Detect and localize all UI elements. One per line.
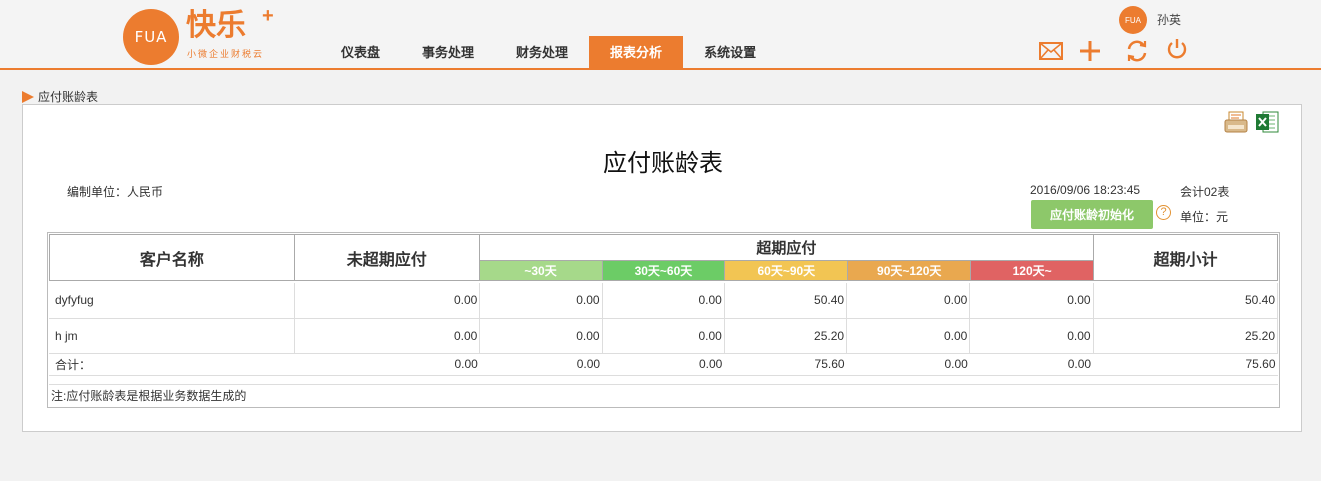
- bucket-header: 90天~120天: [847, 260, 972, 281]
- cell-amount: 0.00: [479, 318, 603, 354]
- cell-amount: 25.20: [1093, 318, 1279, 354]
- print-icon[interactable]: [1224, 110, 1248, 134]
- breadcrumb: 应付账龄表: [22, 88, 98, 105]
- table-total-row: 合计： 0.00 0.00 0.00 75.60 0.00 0.00 75.60: [49, 353, 1278, 376]
- cell-amount: 0.00: [969, 283, 1094, 319]
- cell-amount: 0.00: [969, 318, 1094, 354]
- breadcrumb-arrow-icon: [22, 90, 34, 103]
- cell-amount: 0.00: [602, 318, 725, 354]
- cell-amount: 0.00: [294, 318, 481, 354]
- brand-slogan: 小微企业财税云: [187, 49, 265, 59]
- table-row: dyfyfug 0.00 0.00 0.00 50.40 0.00 0.00 50.40: [49, 283, 1279, 319]
- cell-amount: 50.40: [1093, 283, 1279, 319]
- table-row: h jm 0.00 0.00 0.00 25.20 0.00 0.00 25.20: [49, 318, 1279, 354]
- bucket-header: 120天~: [970, 260, 1095, 281]
- top-header: FUA 快乐 + 小微企业财税云 仪表盘 事务处理 财务处理 报表分析 系统设置…: [0, 0, 1321, 70]
- cell-customer-name: dyfyfug: [49, 283, 295, 319]
- nav-transactions[interactable]: 事务处理: [401, 36, 495, 70]
- init-aging-button[interactable]: 应付账龄初始化: [1031, 200, 1153, 229]
- col-overdue-subtotal: 超期小计: [1093, 234, 1278, 281]
- table-note: 注:应付账龄表是根据业务数据生成的: [49, 384, 1278, 406]
- user-avatar[interactable]: FUA: [1119, 6, 1147, 34]
- main-nav: 仪表盘 事务处理 财务处理 报表分析 系统设置: [320, 36, 777, 70]
- breadcrumb-label[interactable]: 应付账龄表: [38, 88, 98, 105]
- col-customer: 客户名称: [49, 234, 295, 281]
- cell-amount: 0.00: [846, 318, 971, 354]
- excel-icon[interactable]: [1255, 110, 1279, 134]
- cell-amount: 0.00: [602, 353, 725, 376]
- cell-amount: 0.00: [294, 353, 480, 376]
- cell-amount: 25.20: [724, 318, 848, 354]
- report-unit-currency: 单位：元: [1180, 210, 1229, 224]
- report-code: 会计02表: [1180, 185, 1230, 199]
- cell-amount: 0.00: [479, 283, 603, 319]
- table-header: 客户名称 未超期应付 超期应付 超期小计 ~30天 30天~60天 60天~90天 9…: [49, 234, 1278, 281]
- help-icon[interactable]: ?: [1156, 205, 1171, 220]
- bucket-header: 30天~60天: [601, 260, 726, 281]
- nav-dashboard[interactable]: 仪表盘: [320, 36, 401, 70]
- bucket-header: 60天~90天: [724, 260, 849, 281]
- brand-plus: +: [262, 5, 274, 27]
- cell-customer-name: h jm: [49, 318, 295, 354]
- aging-table: 客户名称 未超期应付 超期应付 超期小计 ~30天 30天~60天 60天~90天 9…: [47, 232, 1280, 408]
- refresh-icon[interactable]: [1124, 38, 1150, 64]
- power-icon[interactable]: [1164, 36, 1190, 62]
- cell-customer-name: 合计：: [49, 353, 295, 376]
- brand-name: 快乐: [186, 8, 246, 43]
- cell-amount: 50.40: [724, 283, 848, 319]
- user-name[interactable]: 孙英: [1157, 11, 1181, 28]
- table-body: dyfyfug 0.00 0.00 0.00 50.40 0.00 0.00 50.40 h j…: [49, 283, 1279, 376]
- cell-amount: 0.00: [846, 283, 971, 319]
- nav-settings[interactable]: 系统设置: [683, 36, 777, 70]
- col-overdue: 超期应付: [478, 234, 1095, 261]
- report-date: 2016/09/06 18:23:45: [1030, 183, 1141, 197]
- cell-amount: 0.00: [294, 283, 481, 319]
- nav-finance[interactable]: 财务处理: [495, 36, 589, 70]
- cell-amount: 75.60: [1093, 353, 1278, 376]
- report-unit-org: 编制单位：人民币: [67, 185, 164, 199]
- report-panel: 应付账龄表 编制单位：人民币 2016/09/06 18:23:45 会计02表…: [22, 104, 1302, 432]
- col-not-overdue: 未超期应付: [293, 234, 480, 281]
- nav-reports[interactable]: 报表分析: [589, 36, 684, 70]
- cell-amount: 0.00: [969, 353, 1094, 376]
- mail-icon[interactable]: [1038, 38, 1064, 64]
- plus-icon[interactable]: [1077, 38, 1103, 64]
- report-title: 应付账龄表: [603, 149, 723, 177]
- cell-amount: 75.60: [724, 353, 847, 376]
- brand-logo[interactable]: FUA: [123, 9, 179, 65]
- cell-amount: 0.00: [479, 353, 603, 376]
- bucket-header: ~30天: [478, 260, 603, 281]
- cell-amount: 0.00: [602, 283, 725, 319]
- cell-amount: 0.00: [846, 353, 970, 376]
